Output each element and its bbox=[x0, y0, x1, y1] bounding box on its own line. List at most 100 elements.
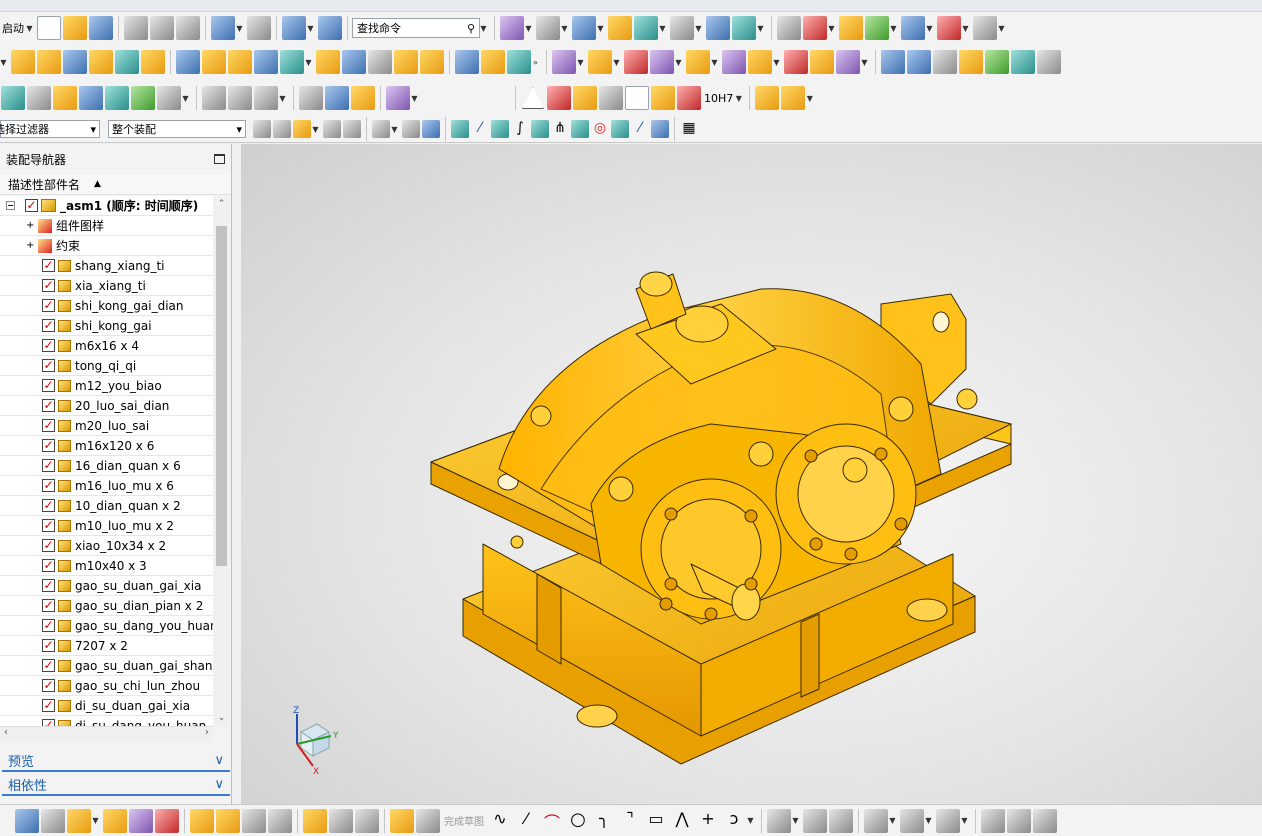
snap-center-icon[interactable] bbox=[571, 120, 589, 138]
spring-icon[interactable] bbox=[325, 86, 349, 110]
copy-icon[interactable] bbox=[150, 16, 174, 40]
dependencies-panel-header[interactable]: 相依性 ∨ bbox=[2, 774, 230, 796]
tree-part[interactable]: ✓ m10x40 x 3 bbox=[0, 556, 213, 576]
open-folder-icon[interactable] bbox=[63, 16, 87, 40]
select-body-icon[interactable] bbox=[402, 120, 420, 138]
tree-part[interactable]: ✓ shi_kong_gai_dian bbox=[0, 296, 213, 316]
offset-curve-icon[interactable] bbox=[864, 808, 888, 833]
shaded-cube-icon[interactable] bbox=[572, 16, 596, 40]
tree-part[interactable]: ✓ shi_kong_gai bbox=[0, 316, 213, 336]
visibility-checkbox[interactable]: ✓ bbox=[42, 439, 55, 452]
snap-icon[interactable] bbox=[901, 16, 925, 40]
quick-extend-icon[interactable] bbox=[803, 808, 827, 833]
snap-intersection-icon[interactable] bbox=[531, 120, 549, 138]
clone-icon[interactable] bbox=[216, 808, 240, 833]
helix-icon[interactable] bbox=[254, 86, 278, 110]
cone-icon[interactable] bbox=[115, 50, 139, 74]
thicken-icon[interactable] bbox=[481, 50, 505, 74]
snap-curve-icon[interactable]: ∫ bbox=[511, 120, 529, 138]
curve-rule-icon[interactable] bbox=[293, 120, 311, 138]
geometric-constraints-icon[interactable] bbox=[936, 808, 960, 833]
scroll-right-icon[interactable]: › bbox=[205, 727, 209, 738]
visibility-checkbox[interactable]: ✓ bbox=[42, 579, 55, 592]
scroll-left-icon[interactable]: ‹ bbox=[4, 727, 8, 738]
maximize-icon[interactable] bbox=[214, 154, 225, 164]
weight-icon[interactable] bbox=[268, 808, 292, 833]
display-degrees-icon[interactable] bbox=[1007, 808, 1031, 833]
cylinder-icon[interactable] bbox=[89, 50, 113, 74]
snap-quadrant-icon[interactable]: ◎ bbox=[591, 120, 609, 138]
tree-part[interactable]: ✓ gao_su_duan_gai_xia bbox=[0, 576, 213, 596]
visibility-checkbox[interactable]: ✓ bbox=[42, 339, 55, 352]
snap-point-icon[interactable] bbox=[451, 120, 469, 138]
visibility-checkbox[interactable]: ✓ bbox=[42, 659, 55, 672]
studio-spline-icon[interactable]: ↄ bbox=[722, 809, 746, 833]
add-component-icon[interactable] bbox=[552, 50, 576, 74]
general-selection-icon[interactable] bbox=[253, 120, 271, 138]
polygon-icon[interactable]: ⋀ bbox=[670, 809, 694, 833]
offset-face-icon[interactable] bbox=[455, 50, 479, 74]
clip-icon[interactable] bbox=[634, 16, 658, 40]
spline-icon[interactable] bbox=[228, 86, 252, 110]
snap-endpoint-icon[interactable]: ⁄ bbox=[471, 120, 489, 138]
tree-part[interactable]: ✓ m20_luo_sai bbox=[0, 416, 213, 436]
tree-part[interactable]: ✓ gao_su_chi_lun_zhou bbox=[0, 676, 213, 696]
rectangle-select-icon[interactable] bbox=[372, 120, 390, 138]
tree-part[interactable]: ✓ m6x16 x 4 bbox=[0, 336, 213, 356]
face-select-icon[interactable] bbox=[343, 120, 361, 138]
wireframe-select-icon[interactable] bbox=[323, 120, 341, 138]
start-menu-button[interactable]: 启动 bbox=[0, 20, 26, 36]
n-sided-icon[interactable] bbox=[959, 50, 983, 74]
column-header[interactable]: 描述性部件名 ▲ bbox=[0, 174, 231, 195]
visibility-checkbox[interactable]: ✓ bbox=[42, 319, 55, 332]
visibility-checkbox[interactable]: ✓ bbox=[42, 559, 55, 572]
tree-part[interactable]: ✓ 16_dian_quan x 6 bbox=[0, 456, 213, 476]
arc-icon[interactable]: ⌒ bbox=[540, 809, 564, 833]
circle-icon[interactable]: ○ bbox=[566, 809, 590, 833]
expression-icon[interactable] bbox=[27, 86, 51, 110]
tree-part[interactable]: ✓ 7207 x 2 bbox=[0, 636, 213, 656]
bounded-plane-icon[interactable] bbox=[985, 50, 1009, 74]
visibility-checkbox[interactable]: ✓ bbox=[42, 299, 55, 312]
dimension-icon[interactable] bbox=[677, 86, 701, 110]
visibility-checkbox[interactable]: ✓ bbox=[42, 599, 55, 612]
collapse-icon[interactable]: − bbox=[6, 201, 15, 210]
grid-icon[interactable]: ▦ bbox=[680, 120, 698, 138]
revolve-icon[interactable] bbox=[37, 50, 61, 74]
swept-icon[interactable] bbox=[933, 50, 957, 74]
analysis-icon[interactable] bbox=[839, 16, 863, 40]
tree-part[interactable]: ✓ m12_you_biao bbox=[0, 376, 213, 396]
tree-part[interactable]: ✓ xia_xiang_ti bbox=[0, 276, 213, 296]
snap-existing-point-icon[interactable] bbox=[611, 120, 629, 138]
rectangle-icon[interactable]: ▭ bbox=[644, 809, 668, 833]
sketch-icon[interactable] bbox=[390, 808, 414, 833]
annotation-icon[interactable] bbox=[53, 86, 77, 110]
visibility-checkbox[interactable]: ✓ bbox=[42, 499, 55, 512]
gear-tool-icon[interactable] bbox=[105, 86, 129, 110]
preview-panel-header[interactable]: 预览 ∨ bbox=[2, 750, 230, 772]
component-pattern-icon[interactable] bbox=[650, 50, 674, 74]
cut-assembly-icon[interactable] bbox=[190, 808, 214, 833]
triangle-icon[interactable] bbox=[522, 87, 544, 109]
visibility-checkbox[interactable]: ✓ bbox=[42, 419, 55, 432]
sew-icon[interactable] bbox=[1011, 50, 1035, 74]
thread-icon[interactable] bbox=[299, 86, 323, 110]
chamfer-sketch-icon[interactable]: ⌝ bbox=[618, 809, 642, 833]
add-part-icon[interactable] bbox=[67, 808, 91, 833]
block-icon[interactable] bbox=[63, 50, 87, 74]
visibility-checkbox[interactable]: ✓ bbox=[42, 459, 55, 472]
scroll-up-icon[interactable]: ⌃ bbox=[213, 196, 230, 212]
graphics-viewport[interactable]: Z Y X bbox=[241, 144, 1262, 804]
show-hide-constraints-icon[interactable] bbox=[784, 50, 808, 74]
vertical-scrollbar[interactable]: ⌃ ⌄ bbox=[213, 196, 230, 726]
save-icon[interactable] bbox=[89, 16, 113, 40]
trim-body-icon[interactable] bbox=[420, 50, 444, 74]
reference-set-icon[interactable] bbox=[41, 808, 65, 833]
replace-component-icon[interactable] bbox=[624, 50, 648, 74]
brush-icon[interactable] bbox=[651, 86, 675, 110]
distance-icon[interactable] bbox=[973, 16, 997, 40]
through-curves-icon[interactable] bbox=[907, 50, 931, 74]
tree-group[interactable]: + 组件图样 bbox=[0, 216, 213, 236]
convert-reference-icon[interactable] bbox=[1033, 808, 1057, 833]
edge-blend-icon[interactable] bbox=[368, 50, 392, 74]
